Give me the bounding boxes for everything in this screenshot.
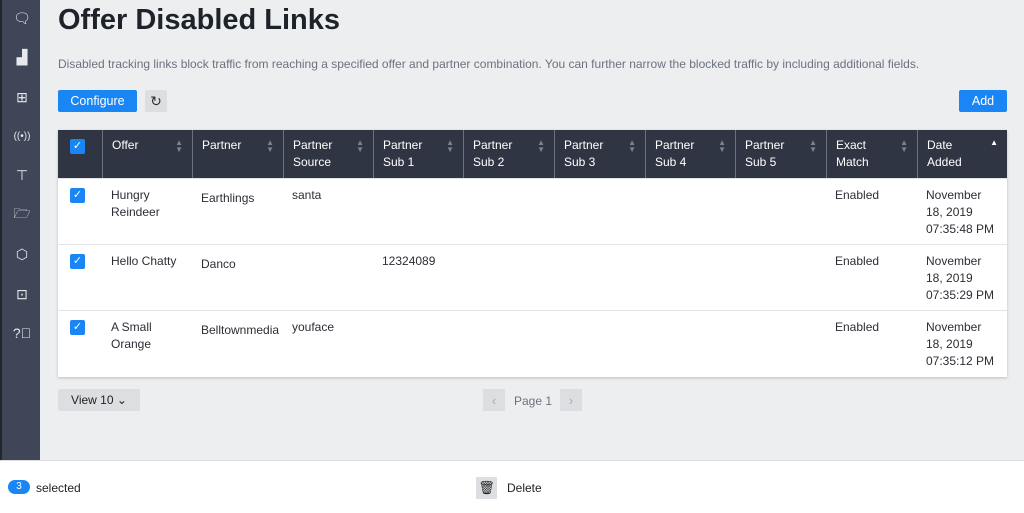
page-description: Disabled tracking links block traffic fr… [58,57,920,71]
sort-icon[interactable]: ▲ ▼ [718,139,726,154]
sort-icon[interactable]: ▲ ▼ [356,139,364,154]
prev-page-button[interactable]: ‹ [483,389,505,411]
sort-icon[interactable]: ▲ ▼ [175,139,183,154]
column-header-label: Partner Sub 1 [383,138,423,169]
table-cell: youface [292,320,335,334]
sort-icon[interactable]: ▲ ▼ [900,139,908,154]
add-button[interactable]: Add [959,90,1007,112]
disabled-links-table: ✓ Offer ▲ ▼ Partner ▲ ▼ Partner Source ▲ ▼ Partne… [58,130,1007,377]
row-checkbox[interactable]: ✓ [70,254,85,269]
column-header-label: Partner Source [293,138,333,169]
sidebar: 🗨 ▟ ⊞ ((•)) ⊤ 🗁 ⬡ ⊡ ?⃝ [0,0,40,460]
refresh-icon: ↻ [150,92,162,109]
column-header[interactable]: Offer ▲ ▼ [102,130,192,178]
view-count-dropdown[interactable]: View 10 ⌄ [58,389,140,411]
selected-label: selected [36,481,81,495]
select-all-checkbox[interactable]: ✓ [70,139,85,154]
column-header[interactable]: Partner Sub 5 ▲ ▼ [735,130,826,178]
table-cell: Enabled [835,188,880,202]
table-cell: Hello Chatty [111,254,177,268]
column-header-label: Partner [202,138,242,152]
chart-icon[interactable]: ▟ [10,45,34,69]
selection-bar: 3 selected 🗑 Delete [0,460,1024,513]
table-cell: Belltownmedia [201,323,280,337]
table-cell: Earthlings [201,191,255,205]
table-row[interactable]: ✓ Hungry Reindeer Earthlings santa Enabled No… [58,178,1007,244]
column-header[interactable]: Partner Sub 1 ▲ ▼ [373,130,463,178]
page-title: Offer Disabled Links [58,4,341,36]
configure-button[interactable]: Configure [58,90,137,112]
grid-icon[interactable]: ⊡ [10,282,34,306]
table-cell: 12324089 [382,254,436,268]
column-header-label: Partner Sub 3 [564,138,604,169]
chevron-down-icon: ⌄ [116,393,127,407]
hexagon-icon[interactable]: ⬡ [10,242,34,266]
table-row[interactable]: ✓ A Small Orange Belltownmedia youface Enabl… [58,310,1007,376]
help-icon[interactable]: ?⃝ [10,321,34,345]
next-page-button[interactable]: › [560,389,582,411]
sort-icon[interactable]: ▲ ▼ [628,139,636,154]
table-cell: Enabled [835,320,880,334]
table-cell: Danco [201,257,236,271]
delete-icon[interactable]: 🗑 [476,477,497,499]
delete-button[interactable]: Delete [507,481,542,495]
presentation-icon[interactable]: ⊤ [10,163,34,187]
selected-count-badge: 3 [8,480,30,494]
column-header[interactable]: Partner Source ▲ ▼ [283,130,373,178]
sort-icon[interactable]: ▲ ▼ [446,139,454,154]
hierarchy-icon[interactable]: ⊞ [10,85,34,109]
column-header-label: Partner Sub 2 [473,138,513,169]
sort-icon[interactable]: ▲ ▼ [809,139,817,154]
column-header-label: Exact Match [836,138,869,169]
table-cell: A Small Orange [111,320,152,351]
sort-icon[interactable]: ▲ [990,139,998,147]
view-count-label: View 10 [71,393,114,407]
row-checkbox[interactable]: ✓ [70,188,85,203]
table-cell: santa [292,188,322,202]
column-header-label: Date Added [927,138,962,169]
column-header-label: Partner Sub 5 [745,138,785,169]
table-cell: Hungry Reindeer [111,188,160,219]
folder-icon[interactable]: 🗁 [10,203,34,227]
sort-icon[interactable]: ▲ ▼ [537,139,545,154]
table-row[interactable]: ✓ Hello Chatty Danco 12324089 Enabled Novembe… [58,244,1007,310]
table-cell: Enabled [835,254,880,268]
column-header[interactable]: Partner ▲ ▼ [192,130,283,178]
column-header[interactable]: Partner Sub 3 ▲ ▼ [554,130,645,178]
table-cell: November 18, 2019 07:35:29 PM [926,254,995,302]
refresh-button[interactable]: ↻ [145,90,167,112]
page-indicator: Page 1 [514,394,553,408]
column-header[interactable]: Date Added ▲ [917,130,1007,178]
table-cell: November 18, 2019 07:35:12 PM [926,320,995,368]
table-cell: November 18, 2019 07:35:48 PM [926,188,995,236]
column-header-label: Offer [112,138,139,152]
table-header: ✓ Offer ▲ ▼ Partner ▲ ▼ Partner Source ▲ ▼ Partne… [58,130,1007,178]
row-checkbox[interactable]: ✓ [70,320,85,335]
broadcast-icon[interactable]: ((•)) [10,124,34,148]
chat-icon[interactable]: 🗨 [10,6,34,30]
column-header[interactable]: Partner Sub 4 ▲ ▼ [645,130,735,178]
column-header[interactable]: Exact Match ▲ ▼ [826,130,917,178]
sort-icon[interactable]: ▲ ▼ [266,139,274,154]
column-header-label: Partner Sub 4 [655,138,695,169]
column-header[interactable]: Partner Sub 2 ▲ ▼ [463,130,554,178]
